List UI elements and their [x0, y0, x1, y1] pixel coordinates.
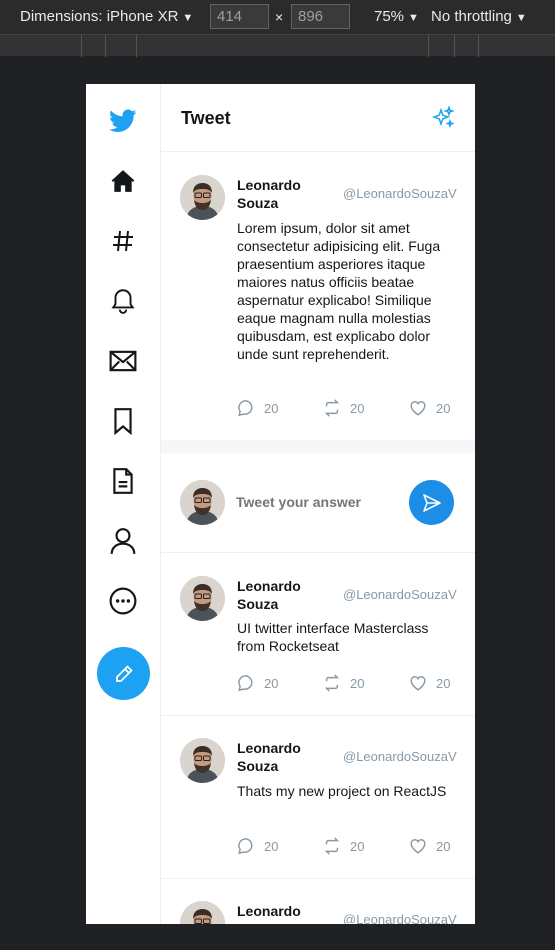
- like-button[interactable]: 20: [409, 674, 450, 692]
- tweet-card[interactable]: Leonardo Souza @LeonardoSouzaV Lorem ips…: [161, 152, 475, 440]
- bell-icon[interactable]: [108, 286, 138, 316]
- tweet-actions: 20 20 20: [237, 674, 459, 694]
- caret-down-icon: ▼: [515, 12, 527, 24]
- devtools-toolbar: Dimensions: iPhone XR▼ × 75%▼ No throttl…: [0, 0, 555, 34]
- comment-button[interactable]: 20: [237, 674, 278, 692]
- author-name[interactable]: Leonardo Souza: [237, 176, 327, 212]
- tweet-card[interactable]: Leonardo Souza @LeonardoSouzaV: [161, 879, 475, 924]
- like-count: 20: [436, 675, 451, 691]
- reply-box: [161, 453, 475, 553]
- mail-icon[interactable]: [108, 346, 138, 376]
- page-title: Tweet: [181, 108, 231, 128]
- comment-icon: [238, 675, 253, 692]
- send-icon: [422, 493, 441, 512]
- like-count: 20: [436, 838, 451, 854]
- comment-count: 20: [264, 400, 279, 416]
- caret-down-icon: ▼: [408, 12, 419, 24]
- author-handle[interactable]: @LeonardoSouzaV: [343, 186, 457, 201]
- hashtag-icon[interactable]: [108, 226, 138, 256]
- sidebar: [86, 84, 161, 924]
- author-handle[interactable]: @LeonardoSouzaV: [343, 587, 457, 602]
- comment-count: 20: [264, 838, 279, 854]
- tweet-actions: 20 20 20: [237, 399, 459, 419]
- retweet-count: 20: [350, 675, 365, 691]
- comment-icon: [238, 838, 253, 855]
- document-icon[interactable]: [108, 466, 138, 496]
- avatar[interactable]: [180, 738, 225, 783]
- retweet-count: 20: [350, 400, 365, 416]
- author-handle[interactable]: @LeonardoSouzaV: [343, 749, 457, 764]
- author-name[interactable]: Leonardo Souza: [237, 739, 327, 775]
- more-icon[interactable]: [108, 586, 138, 616]
- zoom-label: 75%: [374, 8, 405, 25]
- comment-button[interactable]: 20: [237, 837, 278, 855]
- twitter-logo-icon[interactable]: [108, 106, 138, 136]
- dimensions-dropdown[interactable]: Dimensions: iPhone XR ▼: [20, 8, 193, 25]
- avatar[interactable]: [180, 175, 225, 220]
- heart-icon: [410, 839, 426, 854]
- avatar[interactable]: [180, 901, 225, 924]
- send-button[interactable]: [409, 480, 454, 525]
- dimensions-label: Dimensions: iPhone XR: [20, 8, 179, 25]
- heart-icon: [410, 401, 426, 416]
- retweet-icon: [324, 837, 340, 855]
- caret-down-icon: ▼: [182, 12, 194, 24]
- home-icon[interactable]: [108, 166, 138, 196]
- author-name[interactable]: Leonardo Souza: [237, 577, 327, 613]
- viewport-width-input[interactable]: [210, 4, 269, 29]
- author-name[interactable]: Leonardo Souza: [237, 902, 327, 924]
- reply-input[interactable]: [236, 494, 406, 510]
- zoom-dropdown[interactable]: 75% ▼: [374, 8, 419, 25]
- comment-count: 20: [264, 675, 279, 691]
- tweet-text: Lorem ipsum, dolor sit amet consectetur …: [237, 220, 441, 362]
- tweet-card[interactable]: Leonardo Souza @LeonardoSouzaV Thats my …: [161, 716, 475, 878]
- like-count: 20: [436, 400, 451, 416]
- tweet-text: UI twitter interface Masterclass from Ro…: [237, 620, 429, 654]
- pencil-icon: [115, 664, 133, 682]
- comment-icon: [238, 400, 253, 417]
- throttling-label: No throttling: [431, 8, 512, 25]
- viewport-height-input[interactable]: [291, 4, 350, 29]
- retweet-icon: [324, 674, 340, 692]
- device-viewport: Tweet Leonardo Souza @LeonardoSouzaV Lor…: [86, 84, 475, 924]
- avatar[interactable]: [180, 576, 225, 621]
- compose-tweet-button[interactable]: [97, 647, 150, 700]
- tweet-card[interactable]: Leonardo Souza @LeonardoSouzaV UI twitte…: [161, 553, 475, 715]
- profile-icon[interactable]: [108, 526, 138, 556]
- like-button[interactable]: 20: [409, 399, 450, 417]
- media-query-ruler: [0, 34, 555, 57]
- retweet-button[interactable]: 20: [323, 674, 364, 692]
- page-header: Tweet: [161, 84, 475, 152]
- retweet-count: 20: [350, 838, 365, 854]
- main-column: Tweet Leonardo Souza @LeonardoSouzaV Lor…: [161, 84, 475, 924]
- throttling-dropdown[interactable]: No throttling ▼: [431, 8, 527, 25]
- retweet-icon: [324, 399, 340, 417]
- avatar: [180, 480, 225, 525]
- tweet-text: Thats my new project on ReactJS: [237, 783, 447, 799]
- sparkle-icon[interactable]: [431, 106, 455, 130]
- times-separator: ×: [275, 9, 284, 25]
- comment-button[interactable]: 20: [237, 399, 278, 417]
- bookmark-icon[interactable]: [108, 406, 138, 436]
- like-button[interactable]: 20: [409, 837, 450, 855]
- retweet-button[interactable]: 20: [323, 399, 364, 417]
- heart-icon: [410, 676, 426, 691]
- retweet-button[interactable]: 20: [323, 837, 364, 855]
- tweet-actions: 20 20 20: [237, 837, 459, 857]
- author-handle[interactable]: @LeonardoSouzaV: [343, 912, 457, 924]
